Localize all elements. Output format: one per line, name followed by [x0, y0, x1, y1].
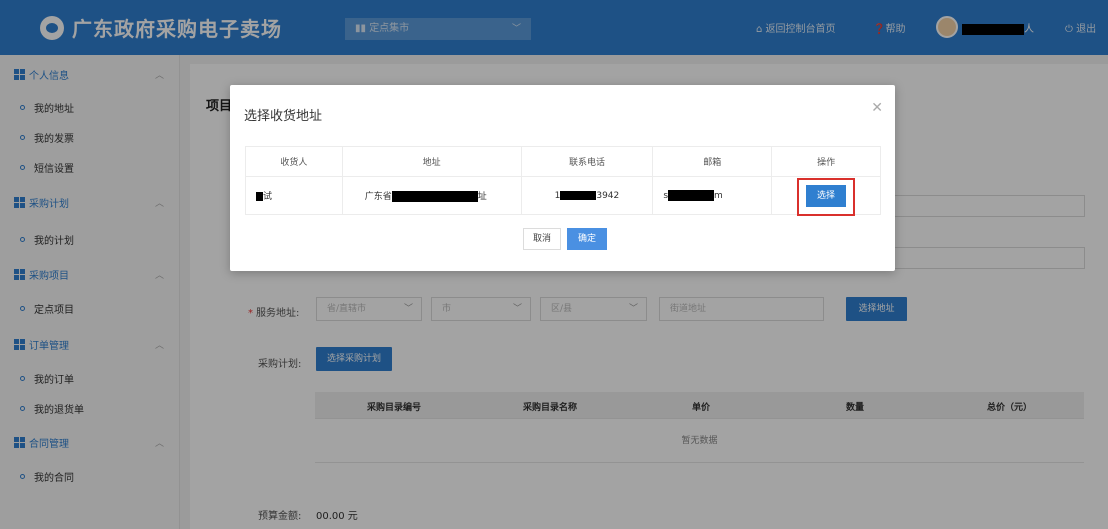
table-row[interactable]: 试 广东省 址 1 3942 sm 选择	[245, 176, 881, 216]
email-suffix: m	[714, 191, 723, 201]
table-header-row: 收货人 地址 联系电话 邮箱 操作	[245, 146, 881, 177]
choose-button-wrapper: 选择	[797, 177, 856, 216]
highlight-box	[797, 177, 856, 216]
col-email: 邮箱	[652, 146, 773, 177]
col-address: 地址	[341, 146, 522, 177]
col-receiver: 收货人	[245, 146, 343, 177]
address-modal: 选择收货地址 ✕ 收货人 地址 联系电话 邮箱 操作 试 广东省 址 13942	[230, 85, 895, 271]
redacted-email	[668, 190, 715, 201]
receiver-suffix: 试	[263, 192, 273, 202]
cancel-button[interactable]: 取消	[523, 228, 561, 250]
address-cell: 广东省 址	[341, 176, 522, 215]
redacted-receiver	[256, 192, 263, 201]
redacted-address	[391, 191, 478, 202]
address-suffix: 址	[477, 192, 487, 202]
col-action: 操作	[771, 146, 881, 177]
modal-title: 选择收货地址	[244, 109, 323, 124]
receiver-cell: 试	[245, 176, 343, 215]
email-cell: sm	[652, 176, 773, 215]
confirm-button[interactable]: 确定	[567, 228, 607, 250]
close-icon[interactable]: ✕	[871, 100, 883, 116]
redacted-phone	[560, 190, 597, 200]
address-table: 收货人 地址 联系电话 邮箱 操作 试 广东省 址 1 3942 sm 选择	[245, 146, 881, 216]
phone-suffix: 3942	[596, 190, 620, 201]
address-prefix: 广东省	[364, 192, 392, 202]
col-phone: 联系电话	[520, 146, 654, 177]
action-cell: 选择	[771, 176, 881, 216]
phone-cell: 1 3942	[520, 176, 654, 215]
